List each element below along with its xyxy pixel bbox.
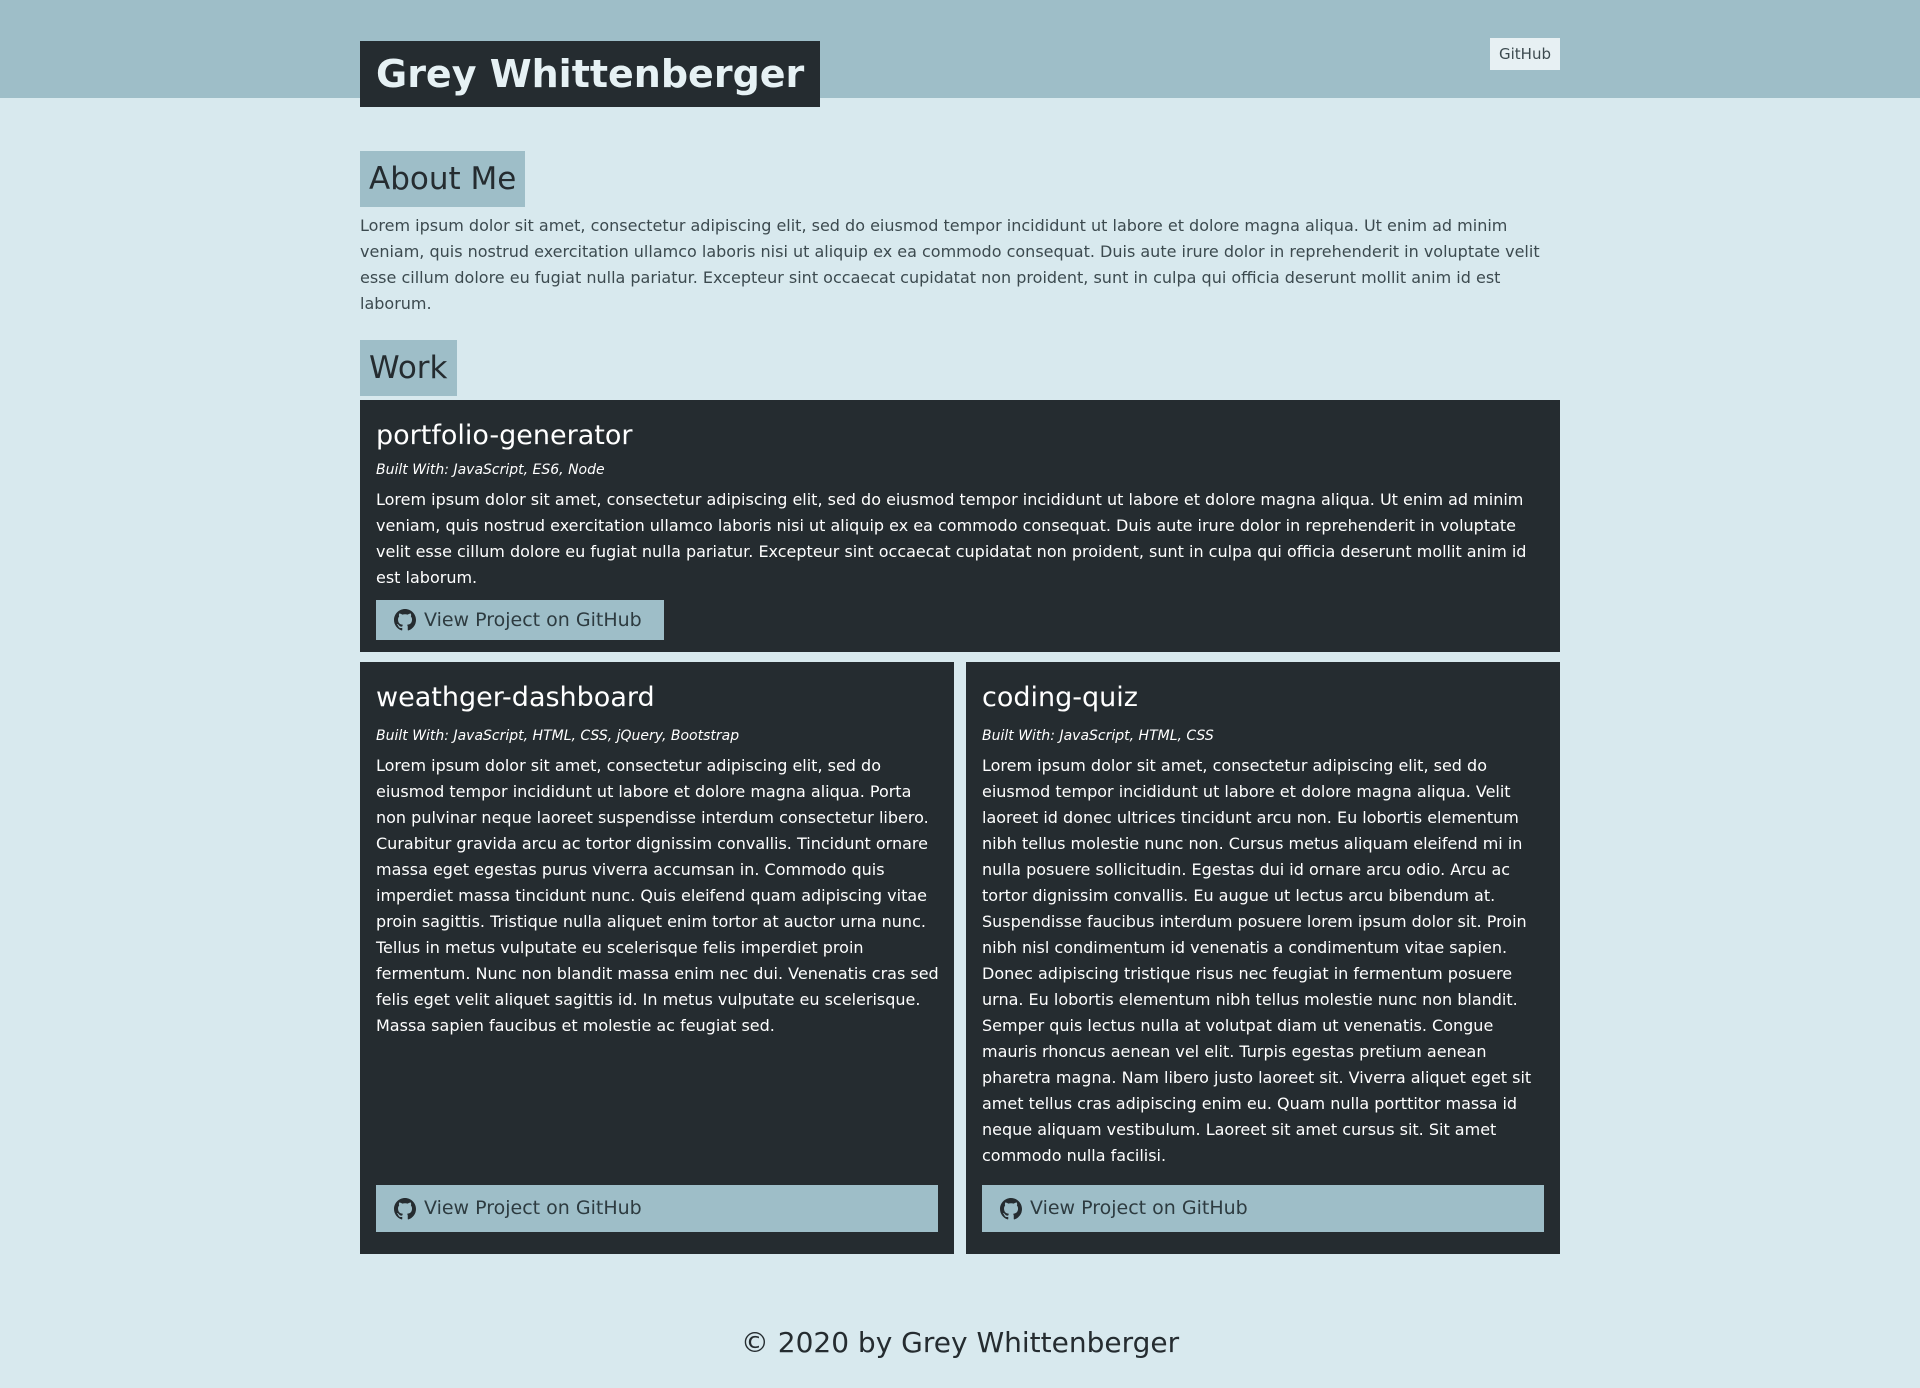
- project-title: portfolio-generator: [376, 420, 633, 451]
- site-footer: © 2020 by Grey Whittenberger: [740, 1326, 1180, 1359]
- work-heading: Work: [360, 340, 457, 396]
- github-nav-link[interactable]: GitHub: [1490, 38, 1560, 70]
- project-built-with: Built With: JavaScript, HTML, CSS, jQuer…: [376, 728, 740, 744]
- site-title: Grey Whittenberger: [360, 41, 821, 108]
- project-title: coding-quiz: [982, 682, 1138, 713]
- button-label: View Project on GitHub: [424, 609, 642, 631]
- project-built-with: Built With: JavaScript, ES6, Node: [376, 462, 605, 478]
- view-project-github-button[interactable]: View Project on GitHub: [376, 1185, 938, 1232]
- project-title: weathger-dashboard: [376, 682, 655, 713]
- project-built-with: Built With: JavaScript, HTML, CSS: [982, 728, 1214, 744]
- button-label: View Project on GitHub: [424, 1197, 642, 1219]
- project-description: Lorem ipsum dolor sit amet, consectetur …: [376, 756, 939, 1035]
- button-label: View Project on GitHub: [1030, 1197, 1248, 1219]
- project-card-weathger-dashboard: weathger-dashboard Built With: JavaScrip…: [360, 662, 954, 1254]
- project-description: Lorem ipsum dolor sit amet, consectetur …: [982, 756, 1532, 1165]
- github-icon: [394, 609, 416, 631]
- view-project-github-button[interactable]: View Project on GitHub: [376, 600, 664, 640]
- about-heading: About Me: [360, 151, 526, 207]
- site-header: Grey Whittenberger GitHub: [0, 0, 1920, 108]
- view-project-github-button[interactable]: View Project on GitHub: [982, 1185, 1544, 1232]
- github-icon: [1000, 1197, 1022, 1219]
- project-description: Lorem ipsum dolor sit amet, consectetur …: [376, 490, 1527, 587]
- project-card-coding-quiz: coding-quiz Built With: JavaScript, HTML…: [966, 662, 1560, 1254]
- project-card-portfolio-generator: portfolio-generator Built With: JavaScri…: [360, 400, 1560, 652]
- github-icon: [394, 1197, 416, 1219]
- about-text: Lorem ipsum dolor sit amet, consectetur …: [360, 216, 1540, 313]
